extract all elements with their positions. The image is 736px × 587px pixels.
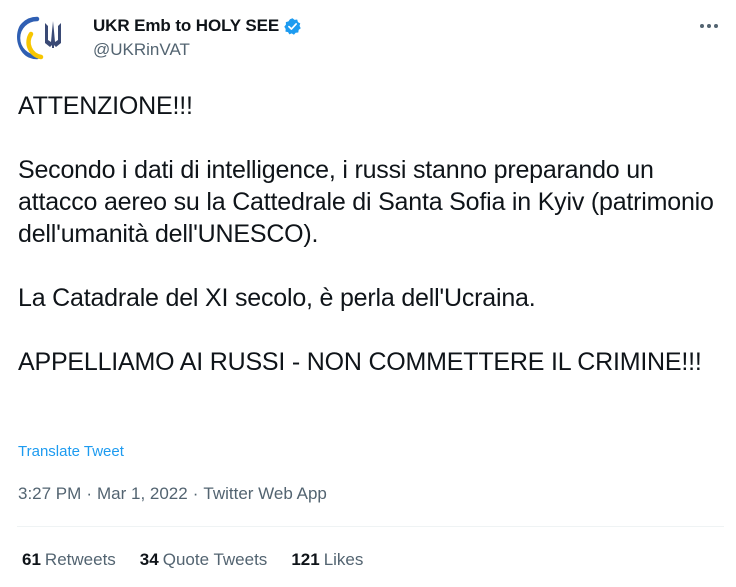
quote-tweets-label: Quote Tweets [162, 550, 268, 569]
tweet: UKR Emb to HOLY SEE @UKRinVAT ATTENZIONE… [0, 0, 736, 587]
tweet-source[interactable]: Twitter Web App [203, 484, 326, 503]
likes-stat[interactable]: 121 Likes [291, 550, 363, 570]
tweet-meta: 3:27 PM · Mar 1, 2022 · Twitter Web App [18, 484, 327, 504]
translate-tweet-link[interactable]: Translate Tweet [18, 443, 124, 460]
ukraine-trident-icon [17, 16, 61, 60]
likes-label: Likes [323, 550, 364, 569]
retweets-count: 61 [22, 550, 41, 569]
likes-count: 121 [291, 550, 320, 569]
tweet-stats: 61 Retweets 34 Quote Tweets 121 Likes [22, 550, 387, 570]
tweet-paragraph-3: La Catadrale del XI secolo, è perla dell… [18, 284, 536, 312]
verified-badge-icon [284, 17, 301, 35]
account-names: UKR Emb to HOLY SEE @UKRinVAT [93, 15, 302, 60]
more-options-button[interactable] [695, 12, 723, 40]
retweets-stat[interactable]: 61 Retweets [22, 550, 116, 570]
quote-tweets-count: 34 [139, 550, 159, 569]
display-name-row: UKR Emb to HOLY SEE [93, 15, 302, 37]
avatar[interactable] [17, 12, 67, 62]
tweet-paragraph-4: APPELLIAMO AI RUSSI - NON COMMETTERE IL … [18, 348, 702, 376]
tweet-paragraph-2: Secondo i dati di intelligence, i russi … [18, 156, 714, 248]
quote-tweets-stat[interactable]: 34 Quote Tweets [140, 550, 268, 570]
meta-separator: · [192, 484, 199, 503]
tweet-time[interactable]: 3:27 PM [18, 484, 81, 503]
more-horizontal-icon [700, 24, 718, 28]
retweets-label: Retweets [44, 550, 116, 569]
tweet-date[interactable]: Mar 1, 2022 [97, 484, 188, 503]
account-handle[interactable]: @UKRinVAT [93, 40, 302, 60]
tweet-header: UKR Emb to HOLY SEE @UKRinVAT [17, 10, 727, 66]
display-name[interactable]: UKR Emb to HOLY SEE [93, 16, 279, 36]
divider [17, 526, 724, 527]
meta-separator: · [86, 484, 92, 503]
tweet-text: ATTENZIONE!!! Secondo i dati di intellig… [18, 90, 718, 378]
tweet-paragraph-1: ATTENZIONE!!! [18, 92, 193, 120]
